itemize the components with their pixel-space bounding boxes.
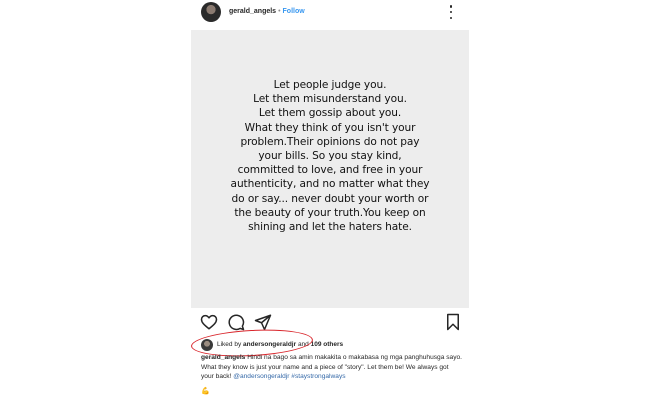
caption-mention[interactable]: @andersongeraldjr <box>233 373 289 380</box>
quote-line: shining and let the haters hate. <box>248 221 412 234</box>
quote-line: authenticity, and no matter what they <box>230 178 430 191</box>
avatar[interactable] <box>201 2 221 22</box>
quote-line: the beauty of your truth.You keep on <box>234 206 426 219</box>
comment-icon[interactable] <box>227 313 245 331</box>
likes-row: Liked by andersongeraldjr and 109 others <box>190 326 401 360</box>
username-link[interactable]: gerald_angels <box>229 8 276 15</box>
follow-button[interactable]: Follow <box>283 8 305 15</box>
liker-avatar[interactable] <box>201 339 213 351</box>
quote-line: What they think of you isn't your <box>244 121 416 134</box>
caption-hashtag[interactable]: #staystrongalways <box>291 373 345 380</box>
post-image[interactable]: Let people judge you. Let them misunders… <box>191 30 469 308</box>
quote-line: Let them gossip about you. <box>258 107 402 120</box>
caption: gerald_angels Hindi na bago sa amin maka… <box>201 353 463 382</box>
instagram-post: gerald_angels • Follow Let people judge yo… <box>190 0 469 400</box>
flexed-biceps-icon: 💪 <box>201 388 210 395</box>
quote-text: Let people judge you. Let them misunders… <box>191 78 469 234</box>
more-options-icon[interactable] <box>447 5 455 19</box>
heart-icon[interactable] <box>200 313 218 331</box>
likes-and: and <box>296 341 311 348</box>
bookmark-icon[interactable] <box>445 313 461 331</box>
liker-username[interactable]: andersongeraldjr <box>243 341 296 348</box>
share-icon[interactable] <box>254 313 272 331</box>
quote-line: Let them misunderstand you. <box>253 93 407 106</box>
user-line: gerald_angels • Follow <box>229 8 305 15</box>
likes-prefix: Liked by <box>217 341 244 348</box>
likes-text: Liked by andersongeraldjr and 109 others <box>217 341 343 348</box>
quote-line: problem.Their opinions do not pay <box>240 135 420 148</box>
quote-line: committed to love, and free in your <box>237 164 423 177</box>
likes-count[interactable]: 109 others <box>311 341 344 348</box>
quote-line: Let people judge you. <box>273 79 387 91</box>
action-bar <box>191 313 469 333</box>
quote-line: do or say... never doubt your worth or <box>231 192 429 205</box>
post-header: gerald_angels • Follow <box>191 0 469 26</box>
quote-line: your bills. So you stay kind, <box>258 150 402 163</box>
separator-dot: • <box>278 8 281 15</box>
caption-username[interactable]: gerald_angels <box>201 354 245 361</box>
